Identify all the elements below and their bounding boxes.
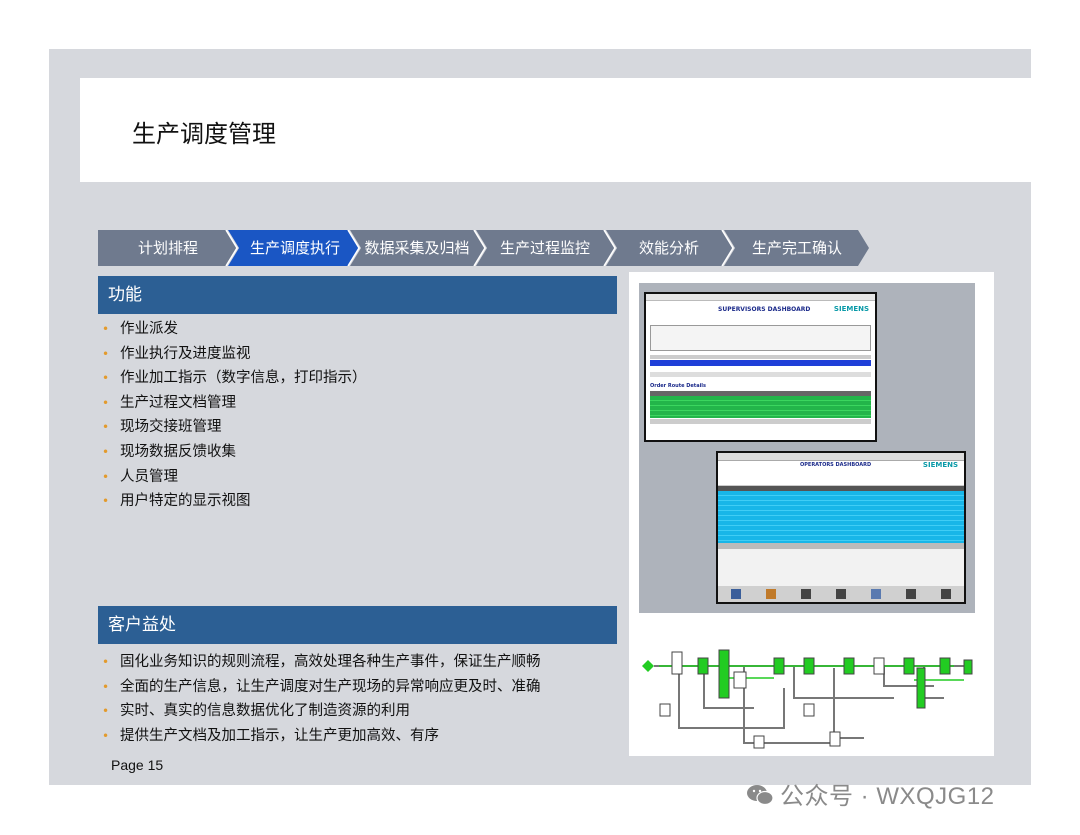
- list-item: • 现场数据反馈收集: [102, 443, 236, 460]
- watermark: 公众号 · WXQJG12: [746, 776, 995, 811]
- task-node: [916, 667, 926, 709]
- task-node: [697, 657, 709, 675]
- task-node: [903, 657, 915, 675]
- benefits-heading: 客户益处: [98, 606, 617, 644]
- task-node: [753, 735, 765, 749]
- list-item: • 全面的生产信息，让生产调度对生产现场的异常响应更及时、准确: [102, 678, 541, 695]
- task-node: [873, 657, 885, 675]
- siemens-logo-2: SIEMENS: [922, 461, 958, 469]
- task-node: [659, 703, 671, 717]
- task-node: [718, 649, 730, 699]
- siemens-logo: SIEMENS: [833, 305, 869, 313]
- task-node: [939, 657, 951, 675]
- list-item: • 固化业务知识的规则流程，高效处理各种生产事件，保证生产顺畅: [102, 654, 541, 670]
- list-item: • 作业加工指示（数字信息，打印指示）: [102, 370, 367, 387]
- list-item: • 用户特定的显示视图: [102, 493, 251, 510]
- supervisors-dashboard-image: SUPERVISORS DASHBOARD SIEMENS Order Rout…: [644, 292, 877, 442]
- page-title: 生产调度管理: [132, 120, 276, 148]
- step-label-6: 生产完工确认: [751, 239, 842, 257]
- list-item: • 生产过程文档管理: [102, 394, 236, 411]
- step-label-5: 效能分析: [638, 239, 699, 257]
- list-item: • 人员管理: [102, 468, 178, 485]
- step-label-1: 计划排程: [137, 239, 198, 257]
- list-item: • 提供生产文档及加工指示，让生产更加高效、有序: [102, 727, 439, 744]
- step-label-2: 生产调度执行: [249, 239, 340, 257]
- functions-list: • 作业派发 • 作业执行及进度监视 • 作业加工指示（数字信息，打印指示） • 生产过…: [100, 317, 367, 514]
- order-route-tab: Order Route Details: [650, 383, 706, 389]
- wechat-icon: [747, 785, 774, 806]
- task-node: [733, 671, 747, 689]
- task-node: [671, 651, 683, 675]
- functions-heading: 功能: [98, 276, 617, 314]
- start-node: [642, 660, 654, 672]
- task-node: [773, 657, 785, 675]
- supervisors-dashboard-title: SUPERVISORS DASHBOARD: [718, 306, 811, 313]
- task-node: [843, 657, 855, 675]
- operators-dashboard-title: OPERATORS DASHBOARD: [800, 462, 872, 468]
- step-label-3: 数据采集及归档: [364, 239, 470, 257]
- operators-dashboard-image: OPERATORS DASHBOARD SIEMENS: [716, 451, 966, 604]
- list-item: • 现场交接班管理: [102, 419, 222, 436]
- list-item: • 作业派发: [102, 321, 178, 337]
- task-node: [803, 657, 815, 675]
- task-node: [829, 731, 841, 747]
- step-label-4: 生产过程监控: [499, 239, 590, 257]
- workflow-diagram-image: [642, 649, 973, 749]
- list-item: • 作业执行及进度监视: [102, 345, 251, 362]
- task-node: [803, 703, 815, 717]
- benefits-list: • 固化业务知识的规则流程，高效处理各种生产事件，保证生产顺畅 • 全面的生产信息，…: [100, 650, 541, 748]
- list-item: • 实时、真实的信息数据优化了制造资源的利用: [102, 703, 410, 720]
- end-node: [963, 659, 973, 675]
- page-number: Page 15: [111, 757, 164, 773]
